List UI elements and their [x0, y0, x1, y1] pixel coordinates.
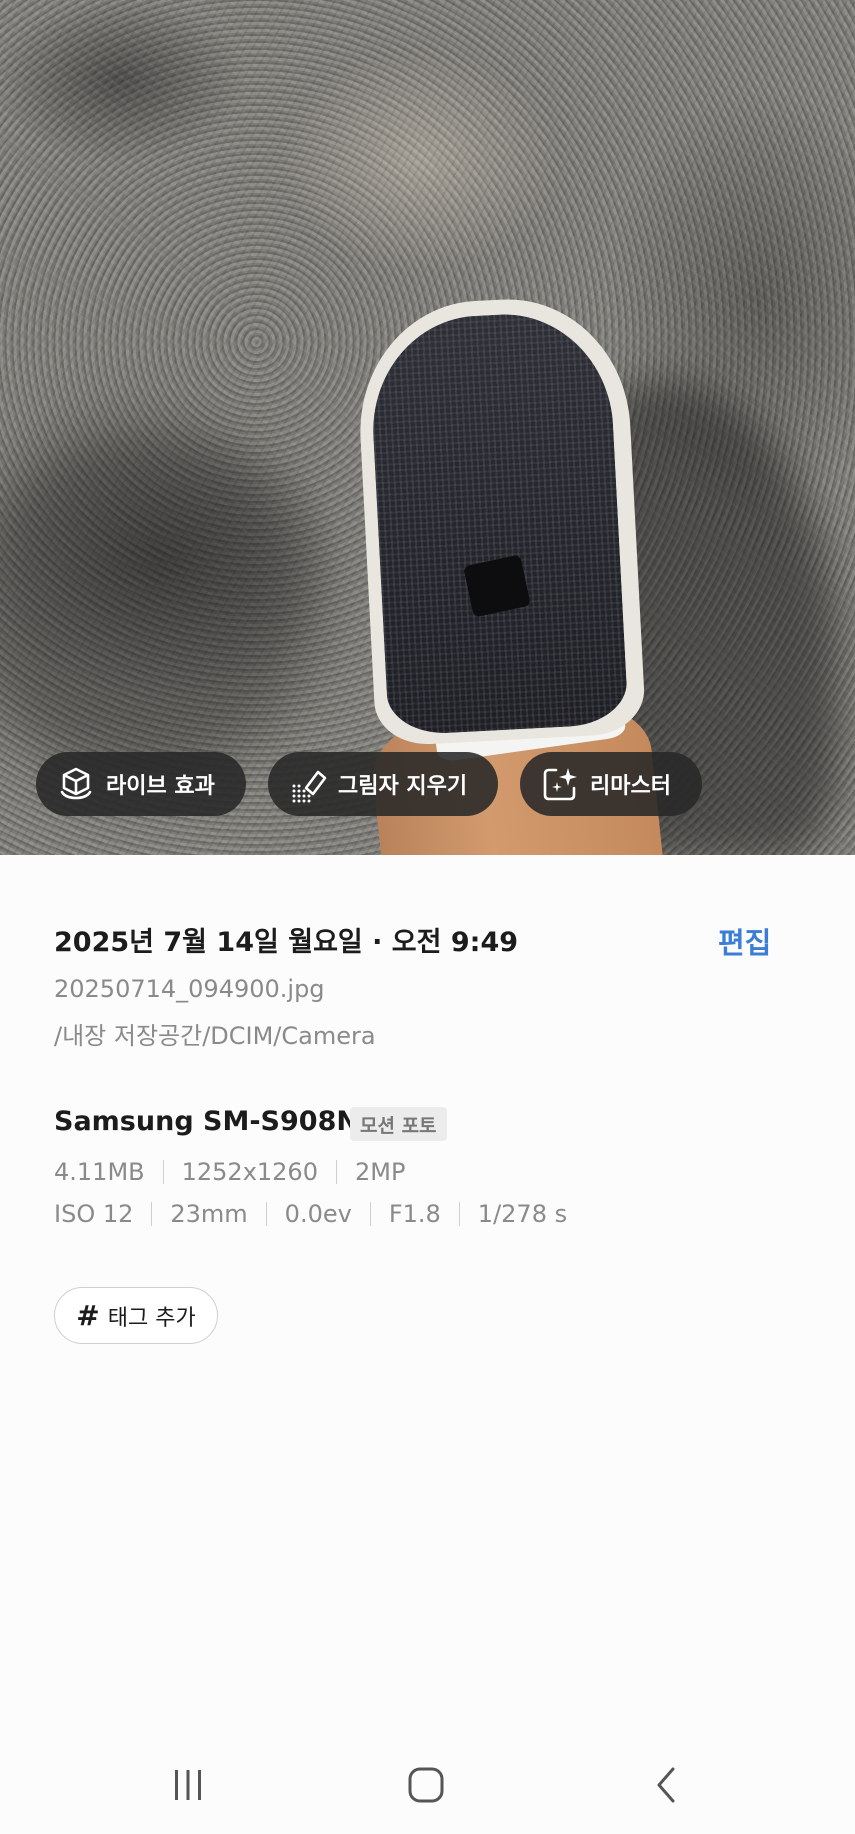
divider: [265, 1202, 267, 1226]
recents-icon: [175, 1770, 201, 1800]
resolution: 1252x1260: [181, 1158, 318, 1186]
shoe: [367, 309, 629, 736]
home-button[interactable]: [396, 1760, 456, 1810]
remaster-button[interactable]: 리마스터: [520, 752, 702, 816]
recents-button[interactable]: [158, 1760, 218, 1810]
back-icon: [657, 1767, 675, 1803]
exposure-specs-row: ISO 12 23mm 0.0ev F1.8 1/278 s: [54, 1200, 567, 1228]
camera-model: Samsung SM-S908N: [54, 1106, 359, 1137]
file-path: /내장 저장공간/DCIM/Camera: [54, 1022, 376, 1050]
add-tag-label: 태그 추가: [107, 1305, 196, 1331]
edit-details-button[interactable]: 편집: [718, 920, 771, 962]
remaster-icon: [543, 768, 577, 801]
divider: [369, 1202, 371, 1226]
divider: [458, 1202, 460, 1226]
file-specs-row: 4.11MB 1252x1260 2MP: [54, 1158, 405, 1186]
photo-datetime: 2025년 7월 14일 월요일 · 오전 9:49: [54, 927, 519, 958]
file-size: 4.11MB: [54, 1158, 145, 1186]
live-effect-label: 라이브 효과: [106, 774, 215, 799]
remaster-label: 리마스터: [590, 774, 671, 799]
iso: ISO 12: [54, 1200, 134, 1228]
live-effect-icon: [60, 767, 92, 800]
shadow-eraser-icon: [292, 770, 327, 803]
motion-photo-badge: 모션 포토: [350, 1107, 447, 1141]
home-icon: [408, 1767, 444, 1803]
system-navigation-bar: [0, 1730, 855, 1830]
live-effect-button[interactable]: 라이브 효과: [36, 752, 246, 816]
shadow-eraser-label: 그림자 지우기: [338, 774, 468, 799]
hash-icon: #: [76, 1299, 100, 1332]
exposure-value: 0.0ev: [284, 1200, 352, 1228]
file-name: 20250714_094900.jpg: [54, 975, 325, 1003]
photo-view[interactable]: [0, 0, 855, 855]
aperture: F1.8: [388, 1200, 441, 1228]
divider: [151, 1202, 153, 1226]
divider: [162, 1160, 164, 1184]
megapixels: 2MP: [354, 1158, 406, 1186]
photo-action-chips: 라이브 효과 그림자 지우기 리마스터: [0, 752, 855, 818]
focal-length: 23mm: [170, 1200, 248, 1228]
divider: [335, 1160, 337, 1184]
shutter-speed: 1/278 s: [477, 1200, 568, 1228]
add-tag-button[interactable]: # 태그 추가: [54, 1287, 218, 1344]
shadow-eraser-button[interactable]: 그림자 지우기: [268, 752, 498, 816]
back-button[interactable]: [636, 1760, 696, 1810]
